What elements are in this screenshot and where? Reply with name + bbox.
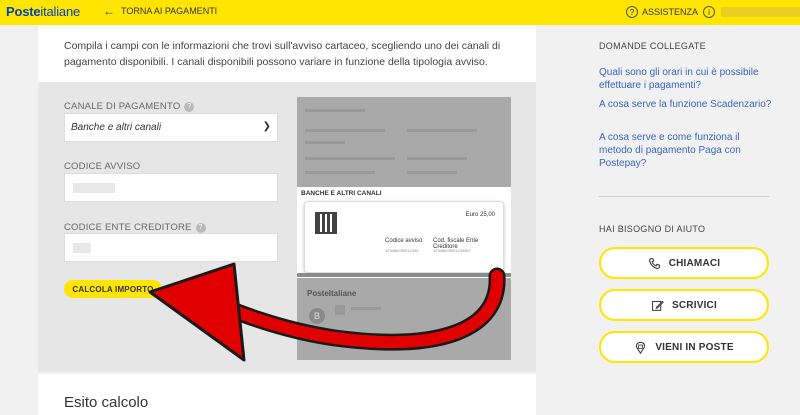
band-title: BANCHE E ALTRI CANALI — [301, 190, 382, 197]
canale-label: CANALE DI PAGAMENTO ? — [64, 101, 195, 112]
amount-text: Euro 25,00 — [465, 212, 495, 218]
logo-rest-text: italiane — [40, 4, 81, 19]
info-icon[interactable]: ? — [195, 222, 206, 233]
scrivici-label: SCRIVICI — [672, 299, 717, 311]
bank-payment-card: Euro 25,00 Codice avviso Cod. fiscale En… — [304, 201, 504, 273]
poste-logo-small: PosteItaliane — [307, 289, 357, 298]
codice-avviso-digits: 123456789012345 — [385, 248, 419, 253]
codice-fiscale-digits: 12345678901234567 — [433, 248, 471, 253]
help-icon: ? — [626, 6, 638, 18]
back-to-payments-link[interactable]: ← TORNA AI PAGAMENTI — [103, 4, 218, 18]
chiamaci-label: CHIAMACI — [668, 257, 721, 269]
top-bar: Posteitaliane ← TORNA AI PAGAMENTI ? ASS… — [0, 0, 800, 25]
codice-avviso-label-text: CODICE AVVISO — [64, 161, 141, 172]
canale-selected-value: Banche e altri canali — [71, 122, 162, 133]
notice-line — [305, 157, 395, 160]
redacted-value — [73, 183, 115, 193]
arrow-left-icon: ← — [103, 4, 115, 18]
notice-line — [407, 157, 467, 160]
related-questions-title: DOMANDE COLLEGATE — [599, 41, 706, 51]
intro-text: Compila i campi con le informazioni che … — [64, 40, 501, 68]
assistance-label: ASSISTENZA — [642, 7, 699, 17]
canale-select[interactable]: Banche e altri canali ❯ — [64, 113, 278, 142]
info-icon[interactable]: ? — [184, 101, 195, 112]
user-icon: i — [703, 6, 715, 18]
notice-line — [305, 141, 345, 144]
notice-line — [407, 129, 477, 132]
edit-icon — [652, 300, 664, 311]
codice-ente-input[interactable] — [64, 233, 278, 262]
canale-label-text: CANALE DI PAGAMENTO — [64, 101, 181, 112]
calcola-importo-button[interactable]: CALCOLA IMPORTO — [64, 280, 162, 298]
vieni-in-poste-label: VIENI IN POSTE — [655, 341, 734, 353]
codice-avviso-label: CODICE AVVISO — [64, 161, 140, 172]
poste-italiane-logo[interactable]: Posteitaliane — [6, 4, 80, 19]
back-label: TORNA AI PAGAMENTI — [121, 6, 218, 16]
notice-line — [407, 171, 457, 174]
redacted-value — [73, 243, 91, 253]
esito-title: Esito calcolo — [64, 394, 149, 411]
user-menu[interactable]: i — [703, 6, 800, 18]
payment-notice-illustration: BANCHE E ALTRI CANALI Euro 25,00 Codice … — [297, 97, 511, 360]
location-icon — [636, 341, 646, 354]
user-name-redacted — [721, 7, 800, 17]
faq-link-postepay[interactable]: A cosa serve e come funziona il metodo d… — [599, 131, 774, 170]
chiamaci-button[interactable]: CHIAMACI — [599, 247, 769, 279]
notice-box — [335, 305, 345, 315]
codice-avviso-caption: Codice avviso — [385, 238, 423, 244]
logo-bold-text: Poste — [6, 4, 41, 19]
vieni-in-poste-button[interactable]: VIENI IN POSTE — [599, 331, 769, 363]
faq-link-orari[interactable]: Quali sono gli orari in cui è possibile … — [599, 66, 774, 92]
notice-line — [305, 129, 385, 132]
notice-separator — [297, 273, 511, 277]
notice-line — [305, 109, 365, 112]
chevron-down-icon: ❯ — [262, 121, 271, 132]
codice-ente-label-text: CODICE ENTE CREDITORE — [64, 222, 192, 233]
b-badge-icon: B — [309, 308, 325, 324]
notice-line — [351, 307, 381, 310]
notice-line — [305, 171, 375, 174]
faq-link-scadenzario[interactable]: A cosa serve la funzione Scadenzario? — [599, 98, 774, 111]
phone-icon — [648, 257, 660, 269]
codice-ente-label: CODICE ENTE CREDITORE ? — [64, 222, 206, 233]
scrivici-button[interactable]: SCRIVICI — [599, 289, 769, 321]
assistance-link[interactable]: ? ASSISTENZA — [626, 6, 698, 18]
qr-code-icon — [315, 212, 337, 234]
codice-avviso-input[interactable] — [64, 173, 278, 202]
sidebar-divider — [599, 196, 769, 197]
help-title: HAI BISOGNO DI AIUTO — [599, 224, 706, 234]
